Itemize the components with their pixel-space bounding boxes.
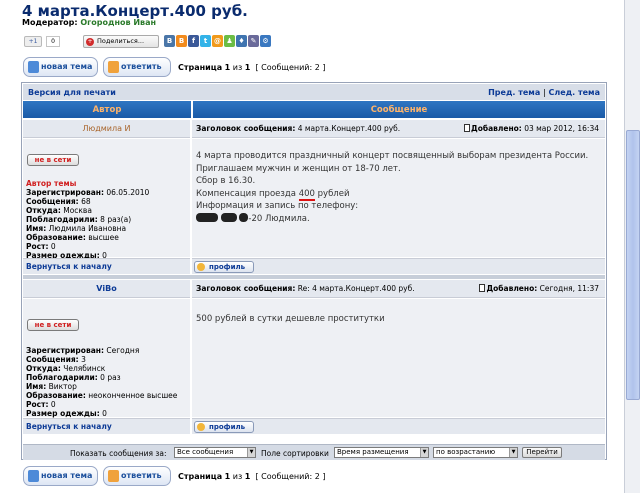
post-text: 4 марта проводится праздничный концерт п… [196,151,589,224]
sort-field-label: Поле сортировки [261,449,329,458]
author-info: Автор темы Зарегистрирован: 06.05.2010 С… [26,179,150,260]
post-date: Добавлено: 03 мар 2012, 16:34 [464,120,599,138]
profile-button[interactable]: профиль [194,261,254,273]
reply-label: ответить [121,62,162,71]
post-body: 500 рублей в сутки дешевле проститутки [192,299,605,417]
print-row: Версия для печати Пред. тема | След. тем… [23,84,605,100]
twitter-icon[interactable]: t [200,35,211,47]
chevron-down-icon: ▼ [247,448,255,457]
profile-icon [197,263,205,271]
message-count: [ Сообщений: 2 ] [255,472,326,481]
show-messages-label: Показать сообщения за: [70,449,167,458]
show-messages-select[interactable]: Все сообщения ▼ [174,447,256,458]
post-subject: 4 марта.Концерт.400 руб. [297,124,401,133]
sort-order-select[interactable]: по возрастанию ▼ [433,447,518,458]
chevron-down-icon: ▼ [420,448,428,457]
settings-icon[interactable]: ⚙ [260,35,271,47]
post-text: 500 рублей в сутки дешевле проститутки [196,314,385,324]
column-message: Сообщение [370,105,428,115]
post-author: Людмила И [23,120,190,138]
reply-icon [108,470,119,482]
post-footer-right: профиль [192,418,605,434]
post-icon[interactable] [464,124,471,132]
profile-button[interactable]: профиль [194,421,254,433]
post-date: Добавлено: Сегодня, 11:37 [479,280,599,298]
back-to-top-link[interactable]: Вернуться к началу [26,422,112,431]
vk-icon[interactable]: В [164,35,175,47]
go-button[interactable]: Перейти [522,447,562,458]
moderator-name[interactable]: Огороднов Иван [80,18,156,27]
vertical-scrollbar[interactable] [624,0,640,493]
moimir-icon[interactable]: @ [212,35,223,47]
gplus-count: 0 [46,36,60,47]
reply-button[interactable]: ответить [103,57,171,77]
offline-status-badge: не в сети [27,154,79,166]
print-version-link[interactable]: Версия для печати [28,88,116,97]
profile-icon [197,423,205,431]
post-subject: Re: 4 марта.Концерт.400 руб. [297,284,415,293]
back-to-top-link[interactable]: Вернуться к началу [26,262,112,271]
post-body: 4 марта проводится праздничный концерт п… [192,139,605,257]
bookmark-icon[interactable]: ✎ [248,35,259,47]
author-profile: не в сети Автор темы Зарегистрирован: 06… [23,139,190,260]
post-header: Заголовок сообщения: 4 марта.Концерт.400… [192,120,605,138]
share-button-label: Поделиться... [97,37,145,45]
new-topic-label: новая тема [41,62,93,71]
post-header: Заголовок сообщения: Re: 4 марта.Концерт… [192,280,605,298]
author-info: Зарегистрирован: Сегодня Сообщения: 3 От… [26,346,178,418]
friends-icon[interactable]: ♟ [224,35,235,47]
column-author: Автор [92,105,122,115]
topic-starter-label: Автор темы [26,179,77,188]
plus-icon: + [86,38,94,46]
offline-status-badge: не в сети [27,319,79,331]
reply-icon [108,61,119,73]
reply-button-bottom[interactable]: ответить [103,466,171,486]
post-icon[interactable] [479,284,486,292]
author-profile: не в сети Зарегистрирован: Сегодня Сообщ… [23,299,190,418]
topic-nav: Пред. тема | След. тема [488,88,600,97]
prev-topic-link[interactable]: Пред. тема [488,88,540,97]
sort-bar: Показать сообщения за: Все сообщения ▼ По… [23,444,605,460]
post-footer-left: Вернуться к началу [23,258,190,274]
facebook-icon[interactable]: f [188,35,199,47]
new-topic-button-bottom[interactable]: новая тема [23,466,98,486]
redacted-phone [196,212,218,222]
table-header: Автор Сообщение [23,101,605,118]
liveinternet-icon[interactable]: ♦ [236,35,247,47]
post-footer-right: профиль [192,258,605,274]
message-count: [ Сообщений: 2 ] [255,63,326,72]
pagination-info: Страница 1 из 1 [ Сообщений: 2 ] [178,63,326,72]
new-topic-icon [28,61,39,73]
sort-field-select[interactable]: Время размещения ▼ [334,447,429,458]
price-highlight: 400 [298,188,315,201]
gplus-button[interactable]: +1 [24,36,42,47]
reply-label: ответить [121,471,162,480]
new-topic-icon [28,470,39,482]
pagination-info-bottom: Страница 1 из 1 [ Сообщений: 2 ] [178,472,326,481]
scrollbar-thumb[interactable] [626,130,640,400]
next-topic-link[interactable]: След. тема [549,88,600,97]
topic-table: Версия для печати Пред. тема | След. тем… [21,82,607,460]
share-button[interactable]: + Поделиться... [83,35,159,48]
post-separator [23,275,605,279]
chevron-down-icon: ▼ [509,448,517,457]
blogger-icon[interactable]: B [176,35,187,47]
new-topic-button[interactable]: новая тема [23,57,98,77]
post-footer-left: Вернуться к началу [23,418,190,434]
moderator-line: Модератор: Огороднов Иван [22,18,156,27]
moderator-label: Модератор: [22,18,78,27]
post-author: ViBo [23,280,190,298]
new-topic-label: новая тема [41,471,93,480]
